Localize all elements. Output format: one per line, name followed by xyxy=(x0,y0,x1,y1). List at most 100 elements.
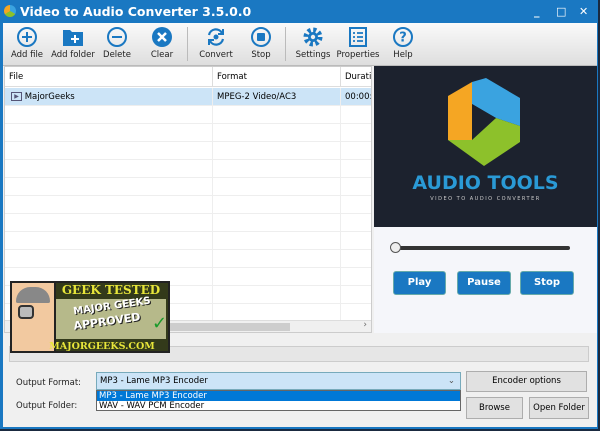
convert-button[interactable]: Convert xyxy=(196,26,236,60)
file-name: MajorGeeks xyxy=(24,92,75,102)
minus-circle-icon xyxy=(107,27,127,47)
duration-cell: 00:00: xyxy=(341,88,371,106)
stop-button[interactable]: Stop xyxy=(244,26,278,60)
preview-panel: AUDIO TOOLS VIDEO TO AUDIO CONVERTER Pla… xyxy=(374,66,597,333)
plus-circle-icon xyxy=(17,27,37,47)
properties-label: Properties xyxy=(336,50,380,60)
empty-cell xyxy=(341,178,371,196)
minimize-button[interactable]: _ xyxy=(534,0,540,23)
video-file-icon: ▶ xyxy=(11,92,22,101)
client-area: Add file Add folder Delete Clear Convert… xyxy=(3,23,597,427)
column-header-format[interactable]: Format xyxy=(213,67,341,87)
play-button[interactable]: Play xyxy=(393,271,446,295)
clear-label: Clear xyxy=(150,50,174,60)
brand-title: AUDIO TOOLS xyxy=(412,172,559,194)
toolbar-separator xyxy=(187,27,188,61)
file-cell: ▶ MajorGeeks xyxy=(5,88,213,106)
empty-cell xyxy=(341,124,371,142)
column-header-duration[interactable]: Duratio xyxy=(341,67,371,87)
dropdown-option[interactable]: WAV - WAV PCM Encoder xyxy=(97,401,460,411)
app-window: Video to Audio Converter 3.5.0.0 _ □ ✕ A… xyxy=(0,0,598,429)
help-label: Help xyxy=(393,50,413,60)
svg-text:?: ? xyxy=(399,31,407,46)
app-logo-icon xyxy=(4,5,16,17)
column-header-file[interactable]: File xyxy=(5,67,213,87)
add-folder-button[interactable]: Add folder xyxy=(48,26,98,60)
empty-cell xyxy=(213,178,341,196)
seek-slider[interactable] xyxy=(390,242,570,253)
delete-button[interactable]: Delete xyxy=(99,26,135,60)
empty-cell xyxy=(341,232,371,250)
empty-cell xyxy=(213,286,341,304)
empty-cell xyxy=(213,214,341,232)
settings-label: Settings xyxy=(295,50,331,60)
close-button[interactable]: ✕ xyxy=(579,0,588,23)
delete-label: Delete xyxy=(103,50,131,60)
output-format-dropdown: MP3 - Lame MP3 Encoder WAV - WAV PCM Enc… xyxy=(96,390,461,411)
scroll-right-arrow-icon[interactable]: › xyxy=(363,320,367,330)
empty-cell xyxy=(341,286,371,304)
audio-tools-logo-icon xyxy=(448,78,520,166)
empty-table-row xyxy=(5,178,371,196)
table-row[interactable]: ▶ MajorGeeks MPEG-2 Video/AC3 00:00: xyxy=(5,88,371,106)
empty-table-row xyxy=(5,160,371,178)
format-cell: MPEG-2 Video/AC3 xyxy=(213,88,341,106)
empty-cell xyxy=(213,250,341,268)
seek-slider-knob[interactable] xyxy=(390,242,401,253)
empty-cell xyxy=(341,268,371,286)
encoder-options-button[interactable]: Encoder options xyxy=(466,371,587,392)
convert-label: Convert xyxy=(199,50,233,60)
empty-table-row xyxy=(5,214,371,232)
empty-cell xyxy=(341,106,371,124)
empty-cell xyxy=(341,214,371,232)
add-file-button[interactable]: Add file xyxy=(7,26,47,60)
help-button[interactable]: ? Help xyxy=(387,26,419,60)
title-bar: Video to Audio Converter 3.5.0.0 xyxy=(0,0,598,23)
empty-cell xyxy=(213,142,341,160)
convert-refresh-icon xyxy=(207,28,225,46)
properties-button[interactable]: Properties xyxy=(336,26,380,60)
empty-cell xyxy=(213,196,341,214)
browse-button[interactable]: Browse xyxy=(466,397,523,419)
majorgeeks-approved-badge: GEEK TESTED MAJOR GEEKS APPROVED ✓ MAJOR… xyxy=(10,281,170,353)
empty-cell xyxy=(5,232,213,250)
settings-button[interactable]: Settings xyxy=(294,26,332,60)
empty-table-row xyxy=(5,124,371,142)
open-folder-button[interactable]: Open Folder xyxy=(529,397,589,419)
empty-cell xyxy=(213,106,341,124)
empty-cell xyxy=(213,124,341,142)
empty-cell xyxy=(213,160,341,178)
preview-area: AUDIO TOOLS VIDEO TO AUDIO CONVERTER xyxy=(374,66,597,227)
empty-cell xyxy=(5,142,213,160)
window-title: Video to Audio Converter 3.5.0.0 xyxy=(20,4,252,19)
brand-subtitle: VIDEO TO AUDIO CONVERTER xyxy=(430,196,541,202)
checkmark-icon: ✓ xyxy=(152,313,168,334)
empty-table-row xyxy=(5,106,371,124)
list-icon xyxy=(349,27,367,47)
badge-line4: MAJORGEEKS.COM xyxy=(49,341,155,352)
empty-cell xyxy=(5,196,213,214)
help-question-icon: ? xyxy=(393,27,413,47)
empty-cell xyxy=(341,142,371,160)
stop-label: Stop xyxy=(251,50,271,60)
output-format-value: MP3 - Lame MP3 Encoder xyxy=(100,376,208,386)
empty-cell xyxy=(213,232,341,250)
add-folder-label: Add folder xyxy=(51,50,95,60)
output-format-select[interactable]: MP3 - Lame MP3 Encoder ⌄ xyxy=(96,372,461,390)
empty-table-row xyxy=(5,232,371,250)
empty-cell xyxy=(341,250,371,268)
clear-button[interactable]: Clear xyxy=(145,26,179,60)
toolbar: Add file Add folder Delete Clear Convert… xyxy=(3,23,597,66)
stop-circle-icon xyxy=(251,27,271,47)
empty-table-row xyxy=(5,196,371,214)
pause-button[interactable]: Pause xyxy=(457,271,511,295)
maximize-button[interactable]: □ xyxy=(556,0,566,23)
player-stop-button[interactable]: Stop xyxy=(520,271,574,295)
empty-table-row xyxy=(5,250,371,268)
empty-cell xyxy=(5,214,213,232)
dropdown-option[interactable]: MP3 - Lame MP3 Encoder xyxy=(97,391,460,401)
add-file-label: Add file xyxy=(10,50,44,60)
output-format-label: Output Format: xyxy=(16,378,82,388)
gear-icon xyxy=(303,27,323,47)
empty-cell xyxy=(5,106,213,124)
